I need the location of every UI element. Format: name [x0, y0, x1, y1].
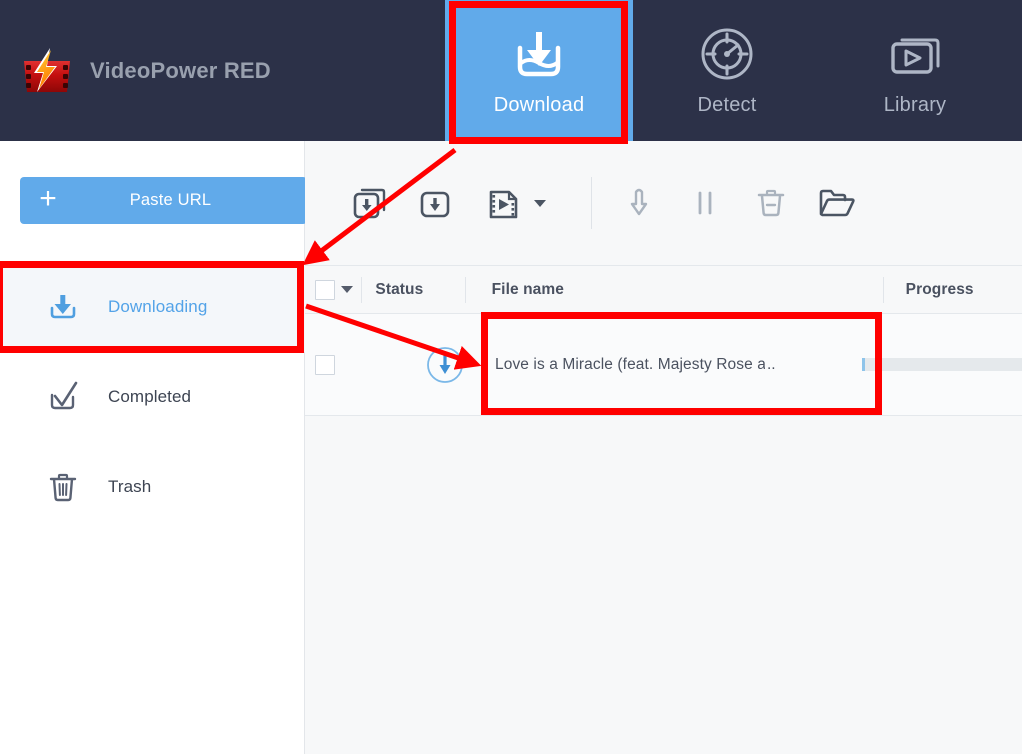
brand: VideoPower RED	[0, 0, 445, 141]
tab-download-label: Download	[493, 93, 585, 116]
tab-library-label: Library	[883, 93, 947, 116]
film-lightning-logo-icon	[20, 47, 74, 95]
downloading-circle-arrow-icon	[425, 345, 465, 385]
sidebar-item-completed-label: Completed	[108, 387, 192, 406]
downloads-table: Status File name Progress Love is a Mira…	[305, 265, 1022, 416]
radar-detect-icon	[698, 25, 756, 83]
row-progress-bar	[862, 358, 1022, 371]
column-header-status[interactable]: Status	[361, 281, 464, 299]
app-body: + Paste URL Downloading Completed Trash …	[0, 141, 1022, 754]
sidebar-item-trash-label: Trash	[108, 477, 152, 496]
sidebar-item-downloading-label: Downloading	[108, 297, 208, 316]
header-tabs: Download Detect Library	[445, 0, 1009, 141]
select-all-dropdown-icon[interactable]	[341, 286, 353, 293]
select-all-checkbox[interactable]	[315, 279, 335, 300]
video-file-icon[interactable]	[479, 180, 525, 226]
row-select-cell	[305, 354, 369, 375]
download-single-icon[interactable]	[412, 180, 458, 226]
main-content: Status File name Progress Love is a Mira…	[305, 141, 1022, 754]
chevron-down-icon[interactable]	[525, 180, 555, 226]
library-play-icon	[885, 25, 945, 83]
column-header-progress-label: Progress	[905, 280, 974, 298]
sidebar-item-trash[interactable]: Trash	[0, 442, 305, 532]
table-header-row: Status File name Progress	[305, 265, 1022, 314]
toolbar-divider	[591, 177, 592, 229]
paste-url-label: Paste URL	[129, 191, 212, 209]
column-header-status-label: Status	[375, 280, 424, 298]
delete-icon[interactable]	[748, 180, 794, 226]
download-all-icon[interactable]	[346, 180, 392, 226]
tab-detect-label: Detect	[697, 93, 757, 116]
column-header-progress[interactable]: Progress	[884, 281, 1022, 299]
trash-bin-icon	[46, 470, 80, 504]
check-mark-icon	[46, 380, 80, 414]
select-all-cell	[305, 279, 361, 300]
app-title: VideoPower RED	[90, 57, 271, 83]
row-filename-truncation: ..	[767, 355, 776, 373]
download-arrow-icon	[46, 290, 80, 324]
content-toolbar	[305, 141, 1022, 265]
sidebar-nav: Downloading Completed Trash	[0, 262, 305, 532]
sidebar: + Paste URL Downloading Completed Trash	[0, 141, 307, 754]
app-window: VideoPower RED Download Detect Library +…	[0, 0, 1022, 754]
tab-library[interactable]: Library	[821, 0, 1009, 141]
column-header-filename[interactable]: File name	[466, 281, 883, 299]
app-header: VideoPower RED Download Detect Library	[0, 0, 1022, 141]
start-download-icon[interactable]	[616, 180, 662, 226]
tab-download[interactable]: Download	[445, 0, 633, 141]
paste-url-button[interactable]: + Paste URL	[20, 177, 307, 224]
tab-detect[interactable]: Detect	[633, 0, 821, 141]
open-folder-icon[interactable]	[814, 180, 860, 226]
pause-icon[interactable]	[682, 180, 728, 226]
sidebar-item-downloading[interactable]: Downloading	[0, 262, 305, 352]
row-filename: Love is a Miracle (feat. Majesty Rose an…	[495, 355, 765, 373]
plus-icon: +	[39, 182, 57, 215]
download-tray-icon	[508, 25, 570, 83]
sidebar-item-completed[interactable]: Completed	[0, 352, 305, 442]
table-row[interactable]: Love is a Miracle (feat. Majesty Rose an…	[305, 314, 1022, 416]
column-header-filename-label: File name	[491, 280, 564, 298]
row-checkbox[interactable]	[315, 354, 335, 375]
